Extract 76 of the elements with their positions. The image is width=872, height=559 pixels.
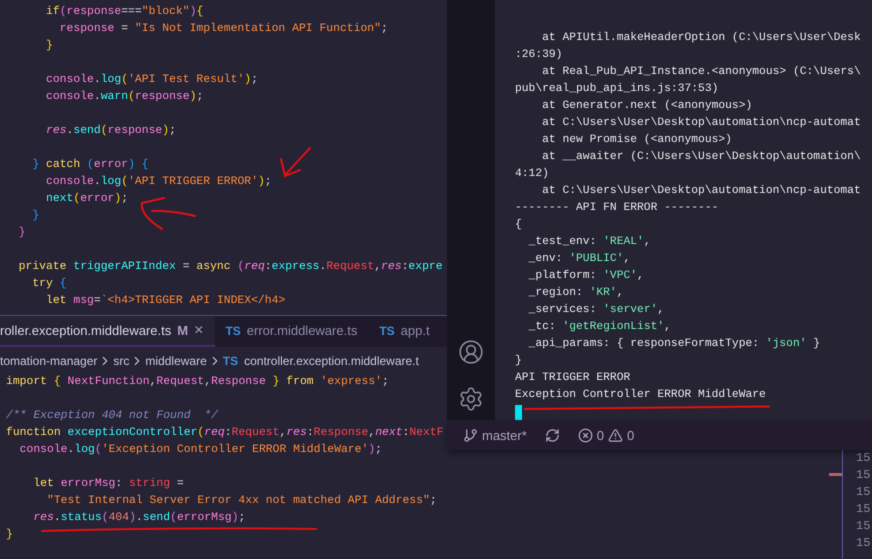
- code-line: response = "Is Not Implementation API Function";: [58, 22, 388, 37]
- code-line: /** Exception 404 not Found */: [6, 408, 218, 424]
- line-number: 15: [856, 484, 872, 501]
- terminal-line: _services: 'server',: [528, 302, 666, 318]
- code-line: "Test Internal Server Error 4xx not matched API Address";: [46, 494, 437, 509]
- typescript-file-icon: TS: [225, 324, 241, 338]
- terminal-line: _env: 'PUBLIC',: [528, 252, 632, 267]
- terminal-line: at C:\Users\User\Desktop\automation\ncp-automat: [541, 184, 862, 199]
- terminal-line: at C:\Users\User\Desktop\automation\ncp-automat: [541, 116, 862, 131]
- terminal-line: API TRIGGER ERROR: [515, 371, 632, 386]
- editor-tab[interactable]: roller.exception.middleware.ts M ×: [0, 316, 216, 347]
- line-number: 15: [856, 535, 872, 552]
- sync-icon[interactable]: [544, 428, 560, 442]
- code-line: console.warn(response);: [45, 90, 204, 105]
- code-line: if(response==="block"){: [45, 4, 204, 20]
- terminal-line: }: [515, 354, 523, 369]
- scroll-marker: [829, 473, 842, 476]
- code-line: res.send(response);: [45, 124, 176, 139]
- error-icon: [578, 428, 593, 442]
- terminal-line: -------- API FN ERROR --------: [515, 201, 720, 216]
- code-line: import { NextFunction,Request,Response } from 'express';: [6, 374, 389, 390]
- terminal-cursor: [515, 405, 522, 420]
- code-line: }: [45, 38, 53, 54]
- terminal-line: at new Promise (<anonymous>): [541, 132, 733, 148]
- branch-name: master*: [482, 428, 527, 442]
- code-line: console.log('API TRIGGER ERROR');: [45, 174, 272, 190]
- code-line: let msg=`<h4>TRIGGER API INDEX</h4>: [45, 294, 286, 309]
- terminal-line: :26:39): [515, 48, 564, 63]
- hand-drawn-arrow: [280, 147, 311, 178]
- typescript-file-icon: TS: [222, 354, 238, 368]
- code-line: console.log('Exception Controller ERROR MiddleWare');: [18, 442, 382, 458]
- code-line: } catch (error) {: [31, 158, 149, 173]
- terminal-line: _region: 'KR',: [528, 286, 624, 301]
- warning-count[interactable]: 0: [627, 428, 634, 442]
- code-line: }: [6, 528, 13, 543]
- code-line: }: [18, 226, 26, 241]
- editor-tab[interactable]: TS error.middleware.ts: [215, 316, 370, 347]
- code-line: function exceptionController(req:Request,res:Response,next:NextF: [6, 426, 444, 441]
- code-line: console.log('API Test Result');: [45, 72, 258, 88]
- terminal-line: _test_env: 'REAL',: [528, 234, 652, 250]
- terminal-line: {: [515, 218, 523, 233]
- terminal-line: _api_params: { responseFormatType: 'json' }: [528, 336, 822, 352]
- breadcrumb-item[interactable]: controller.exception.middleware.t: [244, 354, 419, 368]
- terminal-line: Exception Controller ERROR MiddleWare: [515, 388, 767, 403]
- typescript-file-icon: TS: [379, 324, 395, 338]
- breadcrumb-item[interactable]: tomation-manager: [0, 354, 98, 368]
- terminal-line: at __awaiter (C:\Users\User\Desktop\automation\: [541, 150, 862, 165]
- breadcrumb-item[interactable]: middleware: [145, 354, 207, 368]
- code-line: private triggerAPIIndex = async (req:express.Request,res:expre: [18, 260, 443, 275]
- code-line: }: [31, 208, 40, 224]
- terminal-line: 4:12): [515, 166, 550, 182]
- error-count[interactable]: 0: [596, 428, 604, 442]
- branch-icon: [463, 428, 478, 442]
- warning-icon: [608, 428, 624, 442]
- settings-icon[interactable]: [458, 386, 484, 412]
- editor-tab[interactable]: TS app.t: [369, 316, 442, 347]
- line-number: 15: [856, 501, 872, 518]
- account-icon[interactable]: [458, 339, 484, 365]
- terminal-line: at APIUtil.makeHeaderOption (C:\Users\User\Desk: [541, 30, 862, 46]
- terminal-line: _platform: 'VPC',: [528, 268, 645, 284]
- modified-label: M: [177, 323, 188, 338]
- terminal-line: pub\real_pub_api_ins.js:37:53): [515, 82, 720, 97]
- code-line: res.status(404).send(errorMsg);: [32, 510, 246, 526]
- close-icon[interactable]: ×: [194, 322, 204, 340]
- terminal-line: _tc: 'getRegionList',: [528, 320, 672, 335]
- code-line: try {: [31, 276, 67, 292]
- code-line: next(error);: [45, 192, 128, 207]
- line-number: 15: [856, 518, 872, 535]
- hand-drawn-arrow: [140, 197, 196, 230]
- branch-status[interactable]: master*: [463, 428, 527, 442]
- line-number: 15: [856, 450, 872, 467]
- code-line: let errorMsg: string =: [32, 476, 184, 492]
- terminal-line: at Generator.next (<anonymous>): [541, 98, 754, 114]
- terminal-line: at Real_Pub_API_Instance.<anonymous> (C:\Users\: [541, 64, 862, 80]
- line-number: 15: [856, 467, 872, 484]
- breadcrumb-item[interactable]: src: [113, 354, 130, 368]
